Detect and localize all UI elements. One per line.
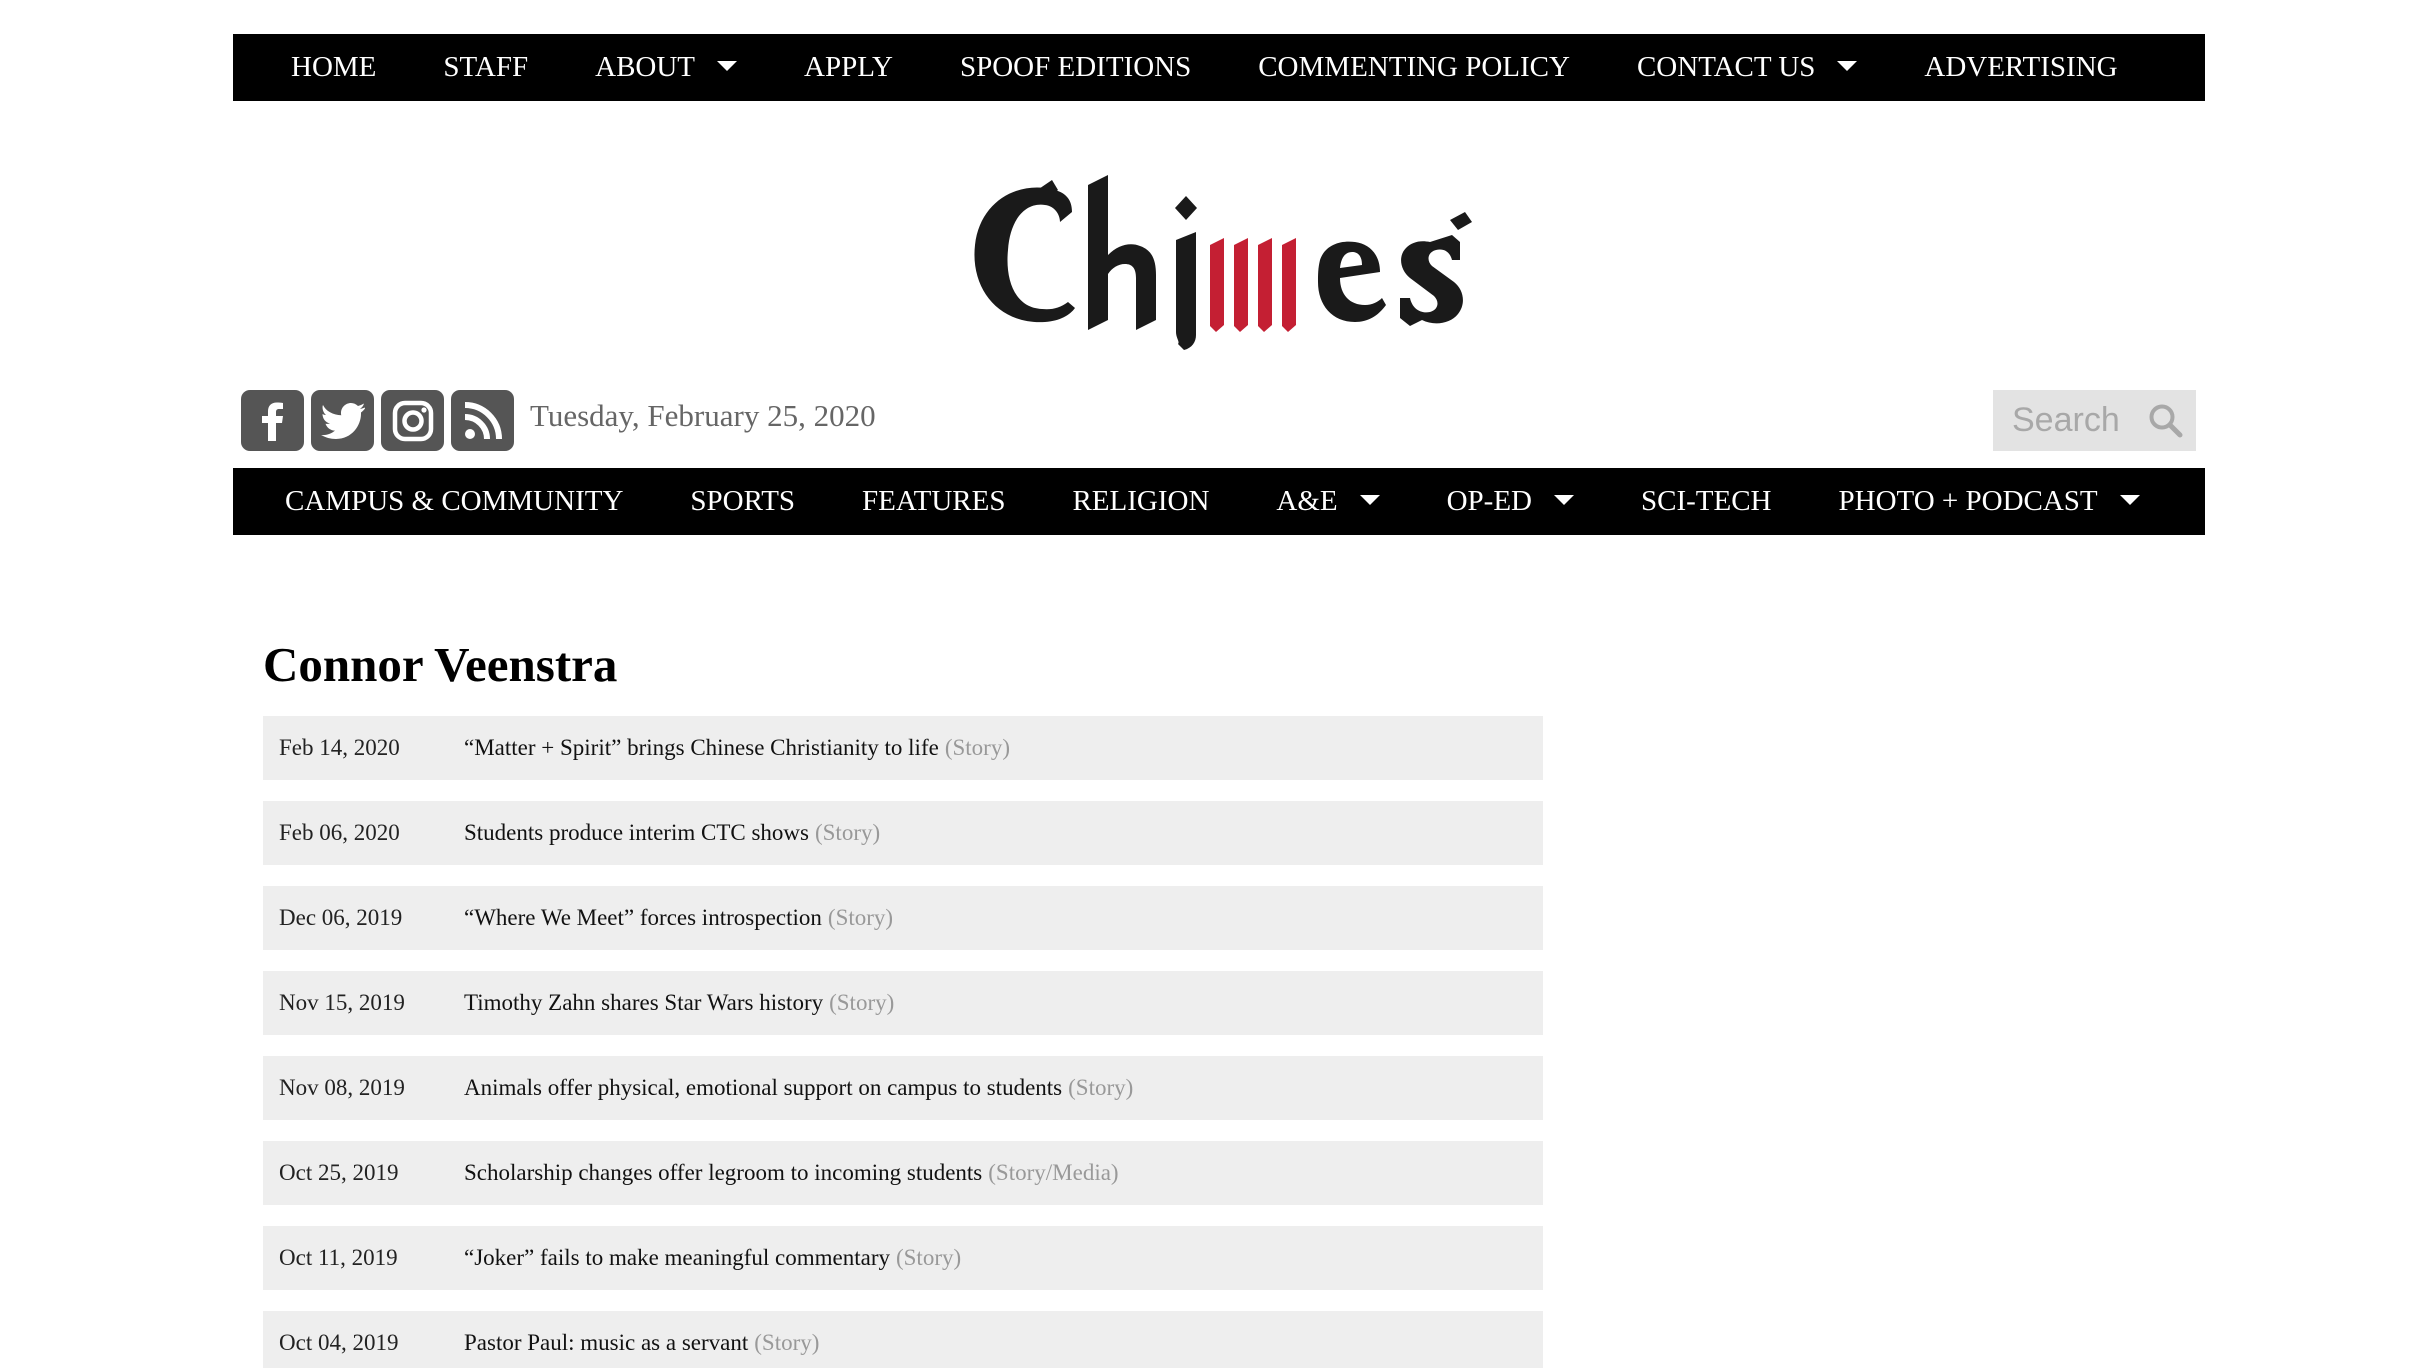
article-list: Feb 14, 2020 “Matter + Spirit” brings Chi… — [263, 716, 1543, 1368]
nav-item-label: SPOOF EDITIONS — [959, 51, 1192, 83]
nav-item-label: OP-ED — [1446, 485, 1532, 517]
article-row: Nov 08, 2019 Animals offer physical, emot… — [263, 1056, 1543, 1120]
category-item-op-ed[interactable]: OP-ED — [1447, 485, 1574, 518]
article-type: (Story) — [827, 905, 894, 930]
article-type: (Story) — [829, 990, 895, 1015]
category-item-aande[interactable]: A&E — [1276, 485, 1380, 518]
nav-item-label: COMMENTING POLICY — [1258, 51, 1570, 83]
current-date: Tuesday, February 25, 2020 — [530, 398, 876, 433]
article-row: Feb 14, 2020 “Matter + Spirit” brings Chi… — [263, 716, 1543, 780]
article-date: Oct 04, 2019 — [279, 1330, 399, 1355]
nav-item-label: PHOTO + PODCAST — [1838, 485, 2098, 517]
search-input[interactable]: Search — [2012, 401, 2148, 440]
twitter-link[interactable] — [311, 390, 374, 451]
twitter-icon — [320, 402, 365, 439]
top-nav: HOME STAFF ABOUT APPLY SPOOF EDITIONS COMMENT… — [233, 34, 2205, 101]
nav-item-about[interactable]: ABOUT — [595, 51, 738, 84]
nav-item-label: FEATURES — [862, 485, 1006, 517]
article-date: Dec 06, 2019 — [279, 905, 403, 930]
nav-item-label: ABOUT — [595, 51, 696, 83]
article-title-link[interactable]: “Matter + Spirit” brings Chinese Christi… — [464, 735, 939, 761]
category-item-sci-tech[interactable]: SCI-TECH — [1641, 485, 1772, 518]
chimes-logo-icon — [974, 175, 1472, 350]
article-date: Oct 11, 2019 — [279, 1245, 398, 1270]
caret-down-icon[interactable] — [1837, 60, 1858, 71]
nav-item-label: RELIGION — [1072, 485, 1210, 517]
nav-item-label: HOME — [291, 51, 377, 83]
caret-down-icon[interactable] — [1359, 494, 1380, 505]
article-date: Feb 06, 2020 — [279, 820, 400, 845]
nav-item-label: CONTACT US — [1636, 51, 1816, 83]
page-title: Connor Veenstra — [263, 637, 618, 692]
category-item-religion[interactable]: RELIGION — [1072, 485, 1209, 518]
article-type: (Story) — [944, 735, 1010, 760]
category-item-sports[interactable]: SPORTS — [690, 485, 795, 518]
article-row: Oct 25, 2019 Scholarship changes offer le… — [263, 1141, 1543, 1205]
article-date: Oct 25, 2019 — [279, 1160, 399, 1185]
caret-down-icon[interactable] — [717, 60, 738, 71]
article-title-link[interactable]: Scholarship changes offer legroom to inc… — [464, 1160, 982, 1186]
article-date: Nov 15, 2019 — [279, 990, 405, 1015]
rss-link[interactable] — [451, 390, 514, 451]
article-type: (Story) — [814, 820, 881, 845]
article-row: Oct 04, 2019 Pastor Paul: music as a serv… — [263, 1311, 1543, 1368]
nav-item-label: APPLY — [804, 51, 893, 83]
article-row: Dec 06, 2019 “Where We Meet” forces intro… — [263, 886, 1543, 950]
article-row: Feb 06, 2020 Students produce interim CTC… — [263, 801, 1543, 865]
caret-down-icon[interactable] — [2119, 494, 2140, 505]
article-type: (Story) — [1068, 1075, 1134, 1100]
article-title-link[interactable]: Animals offer physical, emotional suppor… — [464, 1075, 1062, 1101]
facebook-link[interactable] — [241, 390, 304, 451]
nav-item-advertising[interactable]: ADVERTISING — [1924, 51, 2117, 84]
nav-item-home[interactable]: HOME — [291, 51, 376, 84]
facebook-icon — [261, 402, 283, 441]
nav-item-staff[interactable]: STAFF — [443, 51, 528, 84]
nav-item-apply[interactable]: APPLY — [804, 51, 893, 84]
rss-icon — [464, 401, 502, 439]
category-item-photo-plus-podcast[interactable]: PHOTO + PODCAST — [1839, 485, 2140, 518]
nav-item-label: SPORTS — [690, 485, 796, 517]
caret-down-icon[interactable] — [1554, 494, 1574, 505]
instagram-link[interactable] — [381, 390, 444, 451]
search-box[interactable]: Search — [1993, 390, 2196, 451]
category-nav: CAMPUS & COMMUNITY SPORTS FEATURES RELIGION… — [233, 468, 2205, 535]
article-title-link[interactable]: Timothy Zahn shares Star Wars history — [464, 990, 823, 1016]
nav-item-contact-us[interactable]: CONTACT US — [1636, 51, 1858, 84]
article-date: Nov 08, 2019 — [279, 1075, 405, 1100]
article-type: (Story/Media) — [988, 1160, 1119, 1185]
article-title-link[interactable]: “Joker” fails to make meaningful comment… — [464, 1245, 890, 1271]
nav-item-spoof-editions[interactable]: SPOOF EDITIONS — [960, 51, 1191, 84]
article-type: (Story) — [754, 1330, 820, 1355]
article-row: Nov 15, 2019 Timothy Zahn shares Star War… — [263, 971, 1543, 1035]
article-type: (Story) — [895, 1245, 962, 1270]
article-title-link[interactable]: Pastor Paul: music as a servant — [464, 1330, 748, 1356]
article-title-link[interactable]: “Where We Meet” forces introspection — [464, 905, 822, 931]
site-logo[interactable] — [960, 160, 1480, 350]
article-row: Oct 11, 2019 “Joker” fails to make meanin… — [263, 1226, 1543, 1290]
nav-item-label: STAFF — [443, 51, 529, 83]
category-item-campus-and-community[interactable]: CAMPUS & COMMUNITY — [285, 485, 623, 518]
nav-item-label: CAMPUS & COMMUNITY — [285, 485, 624, 517]
article-date: Feb 14, 2020 — [279, 735, 400, 760]
social-links — [241, 390, 514, 451]
category-item-features[interactable]: FEATURES — [862, 485, 1005, 518]
search-icon[interactable] — [2148, 403, 2184, 439]
nav-item-label: A&E — [1276, 485, 1338, 517]
instagram-icon — [392, 400, 433, 441]
nav-item-label: ADVERTISING — [1924, 51, 2118, 83]
nav-item-label: SCI-TECH — [1641, 485, 1772, 517]
article-title-link[interactable]: Students produce interim CTC shows — [464, 820, 809, 846]
nav-item-commenting-policy[interactable]: COMMENTING POLICY — [1258, 51, 1570, 84]
